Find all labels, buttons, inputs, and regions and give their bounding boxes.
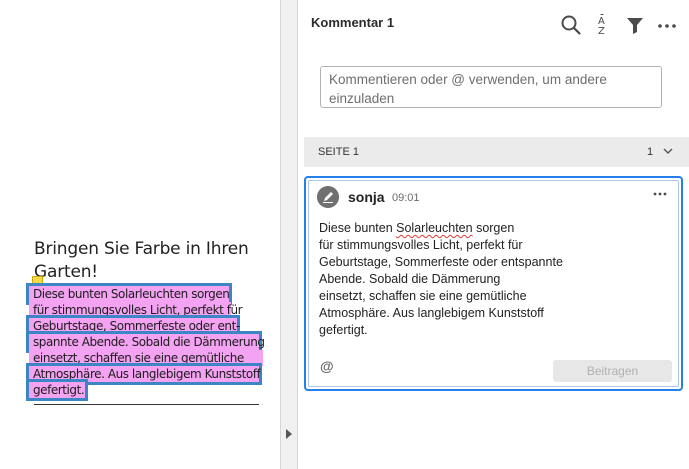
filter-icon[interactable] xyxy=(624,14,646,36)
document-view: Bringen Sie Farbe in Ihren Garten! Diese… xyxy=(0,0,280,469)
comment-line: Diese bunten Solarleuchten sorgen xyxy=(319,221,515,235)
svg-text:Z: Z xyxy=(598,26,605,36)
comment-card[interactable]: sonja 09:01 Diese bunten Solarleuchten s… xyxy=(304,176,683,391)
page-comment-count: 1 xyxy=(647,146,654,158)
panel-title: Kommentar 1 xyxy=(311,15,395,30)
comment-line: gefertigt. xyxy=(319,323,368,337)
highlighted-line[interactable]: spannte Abende. Sobald die Dämmerung xyxy=(29,334,265,350)
highlighted-line[interactable]: Diese bunten Solarleuchten sorgen xyxy=(29,286,230,302)
expand-arrow-icon[interactable] xyxy=(286,429,292,439)
heading-line: Garten! xyxy=(34,262,98,282)
chevron-down-icon[interactable] xyxy=(662,145,674,157)
comment-line: für stimmungsvolles Licht, perfekt für xyxy=(319,238,523,252)
comment-input[interactable]: Kommentieren oder @ verwenden, um andere… xyxy=(320,66,662,108)
heading-line: Bringen Sie Farbe in Ihren xyxy=(34,239,249,259)
misspelled-word[interactable]: Solarleuchten xyxy=(396,221,472,235)
comment-marker-icon[interactable] xyxy=(32,276,43,284)
comment-text[interactable]: Diese bunten Solarleuchten sorgen für st… xyxy=(319,220,579,339)
comment-author: sonja xyxy=(348,189,385,205)
submit-button[interactable]: Beitragen xyxy=(553,360,672,382)
search-icon[interactable] xyxy=(560,14,582,36)
highlighted-line[interactable]: Atmosphäre. Aus langlebigem Kunststoff xyxy=(29,366,261,382)
page-section-header[interactable]: SEITE 1 1 xyxy=(304,137,689,167)
document-heading: Bringen Sie Farbe in Ihren Garten! xyxy=(34,238,274,284)
more-icon[interactable] xyxy=(656,14,678,36)
comments-panel: Kommentar 1 A Z Kommentieren oder @ verw… xyxy=(298,0,689,469)
highlight-pen-avatar-icon xyxy=(317,186,339,208)
comment-line: Atmosphäre. Aus langlebigem Kunststoff xyxy=(319,306,544,320)
highlighted-paragraph[interactable]: Diese bunten Solarleuchten sorgen für st… xyxy=(29,286,265,402)
page-label: SEITE 1 xyxy=(318,146,359,158)
panel-header: Kommentar 1 A Z xyxy=(298,0,689,48)
highlighted-line[interactable]: Geburtstage, Sommerfeste oder ent- xyxy=(29,318,240,334)
divider-line xyxy=(34,404,259,405)
comment-line: Abende. Sobald die Dämmerung xyxy=(319,272,501,286)
mention-icon[interactable]: @ xyxy=(320,358,334,374)
panel-splitter[interactable] xyxy=(280,0,298,469)
comment-more-icon[interactable] xyxy=(652,189,668,199)
sort-az-icon[interactable]: A Z xyxy=(593,14,615,36)
comment-line: einsetzt, schaffen sie eine gemütliche xyxy=(319,289,527,303)
comment-time: 09:01 xyxy=(392,192,420,204)
highlighted-line[interactable]: für stimmungsvolles Licht, perfekt für xyxy=(29,302,243,318)
comment-line: Geburtstage, Sommerfeste oder entspannte xyxy=(319,255,563,269)
highlighted-line[interactable]: gefertigt. xyxy=(29,382,85,398)
highlighted-line[interactable]: einsetzt, schaffen sie eine gemütliche xyxy=(29,350,263,366)
